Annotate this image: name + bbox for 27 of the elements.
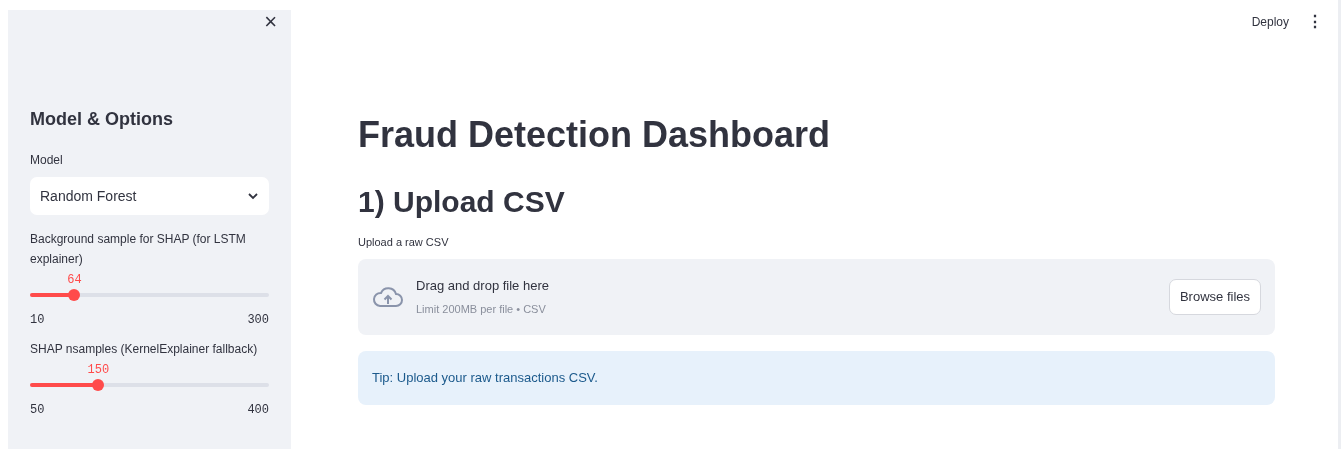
browse-files-button[interactable]: Browse files — [1168, 278, 1261, 315]
close-button[interactable]: × — [264, 10, 277, 34]
info-text: Tip: Upload your raw transactions CSV. — [372, 368, 598, 387]
page-title: Fraud Detection Dashboard — [358, 113, 832, 157]
select-label: Model — [30, 152, 64, 169]
slider-min: 10 — [30, 312, 45, 329]
slider-value: 150 — [87, 362, 110, 379]
slider-min: 50 — [30, 402, 45, 419]
cloud-upload-icon — [372, 284, 404, 309]
slider-max: 400 — [247, 402, 269, 419]
deploy-button[interactable]: Deploy — [1251, 13, 1289, 31]
file-dropzone[interactable]: Drag and drop file here Limit 200MB per file • CSV Browse files — [358, 258, 1275, 335]
slider-value: 64 — [67, 272, 82, 289]
model-select[interactable]: Random Forest — [30, 177, 269, 215]
section-heading: 1) Upload CSV — [358, 184, 566, 220]
more-menu-button[interactable]: ⋮ — [1307, 10, 1323, 34]
slider-thumb[interactable] — [68, 289, 81, 301]
slider-max: 300 — [247, 312, 269, 329]
select-value: Random Forest — [40, 186, 137, 206]
dropzone-prompt: Drag and drop file here — [416, 276, 550, 295]
sidebar-title: Model & Options — [30, 108, 174, 131]
chevron-down-icon — [247, 192, 259, 200]
file-limit-text: Limit 200MB per file • CSV — [416, 302, 547, 317]
slider-label: Background sample for SHAP (for LSTM explainer) — [30, 231, 247, 268]
uploader-label: Upload a raw CSV — [358, 235, 450, 250]
slider-label: SHAP nsamples (KernelExplainer fallback) — [30, 341, 259, 358]
slider-thumb[interactable] — [92, 379, 105, 391]
